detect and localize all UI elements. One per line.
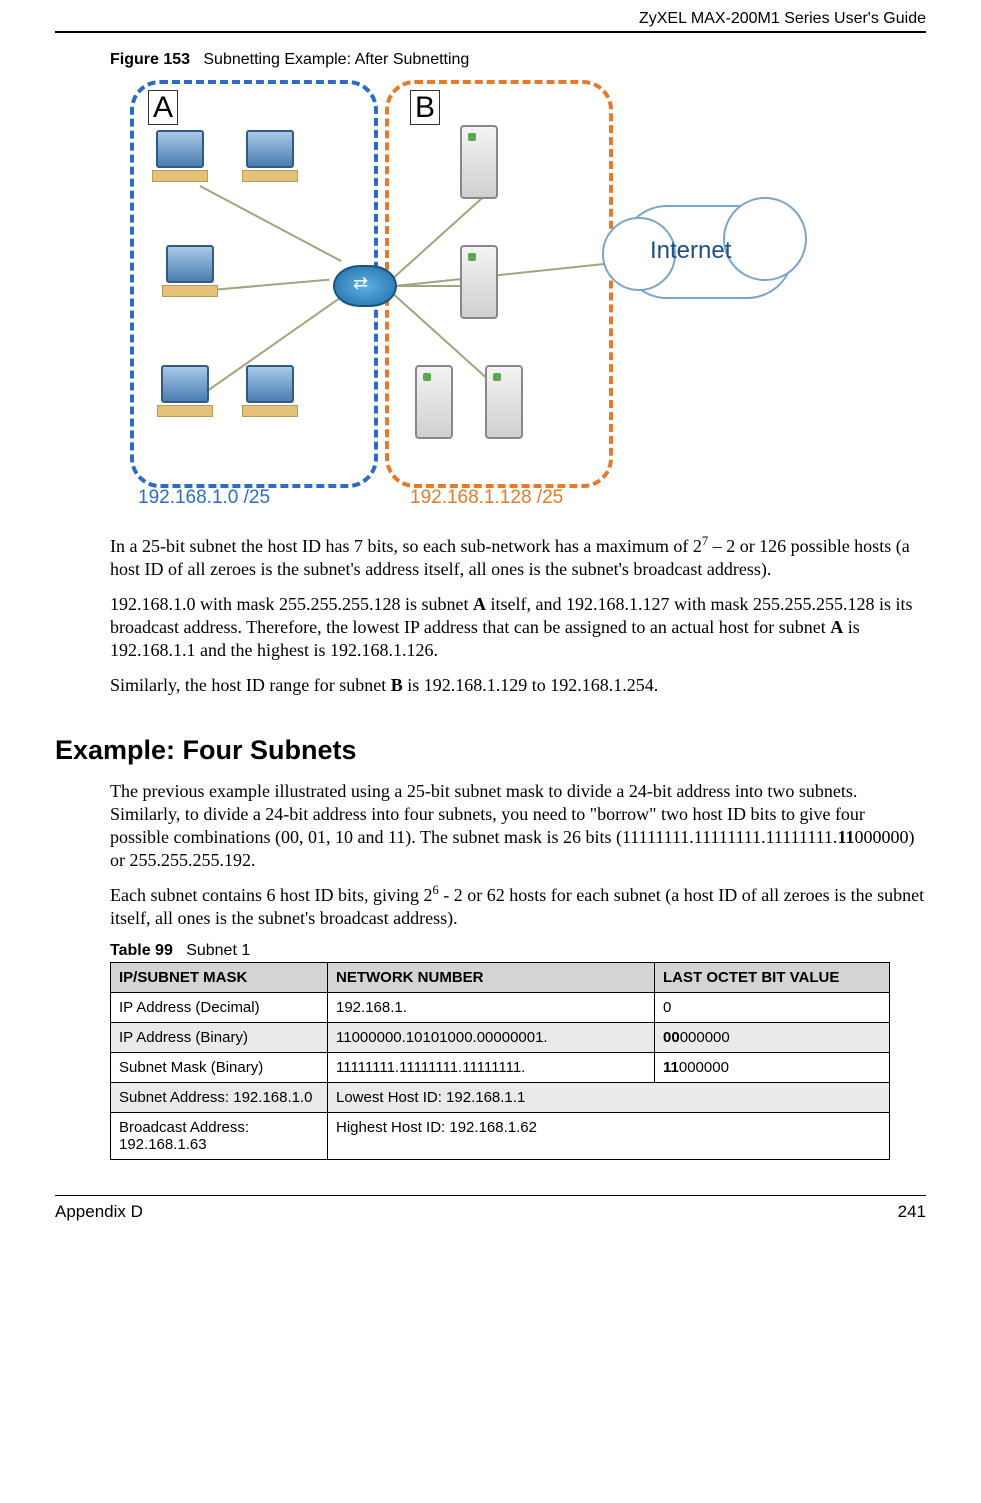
zone-b-label: B: [410, 90, 440, 125]
server-icon: [460, 245, 498, 319]
zone-a-label: A: [148, 90, 178, 125]
paragraph-4: The previous example illustrated using a…: [110, 780, 926, 872]
server-icon: [460, 125, 498, 199]
paragraph-1: In a 25-bit subnet the host ID has 7 bit…: [110, 535, 926, 581]
cell: Lowest Host ID: 192.168.1.1: [328, 1083, 890, 1113]
cell: 11000000.10101000.00000001.: [328, 1023, 655, 1053]
server-icon: [485, 365, 523, 439]
paragraph-3: Similarly, the host ID range for subnet …: [110, 674, 926, 697]
table-row: Broadcast Address: 192.168.1.63 Highest …: [111, 1113, 890, 1160]
pc-icon: [160, 245, 220, 300]
cell: 00000000: [655, 1023, 890, 1053]
content-area: Figure 153 Subnetting Example: After Sub…: [55, 51, 926, 1160]
th-network-number: NETWORK NUMBER: [328, 963, 655, 993]
cell: IP Address (Decimal): [111, 993, 328, 1023]
table-caption: Table 99 Subnet 1: [110, 942, 926, 960]
pc-icon: [155, 365, 215, 420]
subnet-table: IP/SUBNET MASK NETWORK NUMBER LAST OCTET…: [110, 962, 890, 1160]
header-guide-title: ZyXEL MAX-200M1 Series User's Guide: [55, 10, 926, 31]
internet-cloud: Internet: [620, 205, 790, 305]
paragraph-5: Each subnet contains 6 host ID bits, giv…: [110, 884, 926, 930]
cell: 192.168.1.: [328, 993, 655, 1023]
subnet-a-ip: 192.168.1.0 /25: [138, 487, 270, 509]
cell: 11111111.11111111.11111111.: [328, 1053, 655, 1083]
cell: Subnet Address: 192.168.1.0: [111, 1083, 328, 1113]
footer-page-number: 241: [898, 1202, 926, 1222]
th-last-octet: LAST OCTET BIT VALUE: [655, 963, 890, 993]
cell: 0: [655, 993, 890, 1023]
table-row: Subnet Mask (Binary) 11111111.11111111.1…: [111, 1053, 890, 1083]
cell: Highest Host ID: 192.168.1.62: [328, 1113, 890, 1160]
figure-caption: Figure 153 Subnetting Example: After Sub…: [110, 51, 926, 69]
footer: Appendix D 241: [55, 1202, 926, 1222]
page: ZyXEL MAX-200M1 Series User's Guide Figu…: [0, 0, 981, 1252]
cloud-label: Internet: [650, 237, 731, 265]
figure-diagram: A B Internet: [110, 75, 720, 523]
paragraph-2: 192.168.1.0 with mask 255.255.255.128 is…: [110, 593, 926, 662]
pc-icon: [240, 365, 300, 420]
cell: Subnet Mask (Binary): [111, 1053, 328, 1083]
table-row: IP Address (Decimal) 192.168.1. 0: [111, 993, 890, 1023]
table-label: Table 99: [110, 942, 173, 959]
table-row: Subnet Address: 192.168.1.0 Lowest Host …: [111, 1083, 890, 1113]
cell: 11000000: [655, 1053, 890, 1083]
th-ip-mask: IP/SUBNET MASK: [111, 963, 328, 993]
cell: IP Address (Binary): [111, 1023, 328, 1053]
server-icon: [415, 365, 453, 439]
pc-icon: [150, 130, 210, 185]
router-icon: [333, 265, 397, 307]
header-rule: [55, 31, 926, 33]
section-heading: Example: Four Subnets: [55, 735, 926, 766]
footer-appendix: Appendix D: [55, 1202, 143, 1222]
subnet-b-ip: 192.168.1.128 /25: [410, 487, 563, 509]
table-caption-text: Subnet 1: [186, 942, 250, 959]
table-header-row: IP/SUBNET MASK NETWORK NUMBER LAST OCTET…: [111, 963, 890, 993]
footer-rule: [55, 1195, 926, 1196]
figure-label: Figure 153: [110, 51, 190, 68]
cell: Broadcast Address: 192.168.1.63: [111, 1113, 328, 1160]
figure-caption-text: Subnetting Example: After Subnetting: [203, 51, 469, 68]
table-row: IP Address (Binary) 11000000.10101000.00…: [111, 1023, 890, 1053]
pc-icon: [240, 130, 300, 185]
